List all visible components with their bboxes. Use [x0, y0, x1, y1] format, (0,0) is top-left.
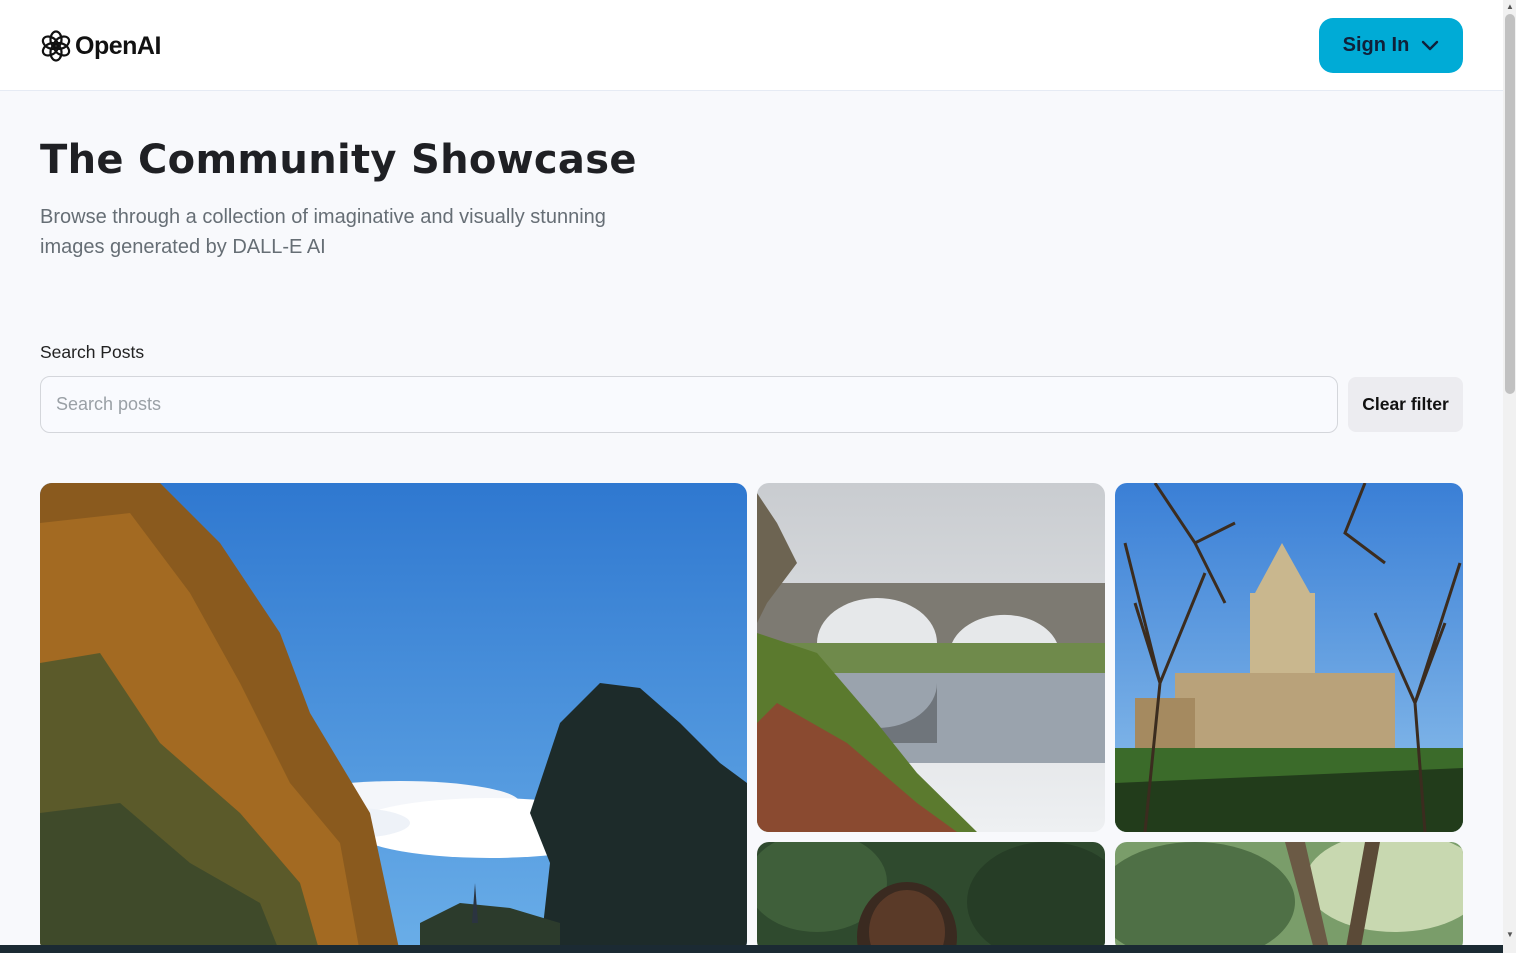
- gallery-card[interactable]: [757, 483, 1105, 832]
- gallery-card[interactable]: [757, 842, 1105, 953]
- scroll-down-icon[interactable]: ▼: [1505, 930, 1515, 939]
- openai-logo[interactable]: OpenAI: [40, 29, 161, 63]
- top-navbar: OpenAI Sign In: [0, 0, 1503, 91]
- person-portrait-image: [757, 842, 1105, 953]
- search-label: Search Posts: [40, 342, 145, 362]
- stone-bridge-river-image: [757, 483, 1105, 832]
- gallery-card[interactable]: [1115, 483, 1463, 832]
- gallery-card[interactable]: [40, 483, 747, 953]
- autumn-trees-sky-image: [40, 483, 747, 953]
- openai-logo-icon: [41, 30, 71, 62]
- scroll-up-icon[interactable]: ▲: [1505, 2, 1515, 11]
- logo-text: OpenAI: [75, 31, 161, 60]
- sign-in-label: Sign In: [1342, 34, 1410, 56]
- page-title: The Community Showcase: [40, 137, 637, 183]
- scrollbar-thumb[interactable]: [1505, 14, 1515, 394]
- bottom-bar: [0, 945, 1503, 953]
- gallery-card[interactable]: [1115, 842, 1463, 953]
- chevron-down-icon: [1422, 40, 1439, 50]
- clear-filter-button[interactable]: Clear filter: [1348, 377, 1463, 432]
- gothic-building-trees-image: [1115, 483, 1463, 832]
- search-input[interactable]: [40, 376, 1338, 433]
- tree-foliage-image: [1115, 842, 1463, 953]
- sign-in-button[interactable]: Sign In: [1319, 18, 1463, 73]
- page-subtitle: Browse through a collection of imaginati…: [40, 206, 606, 258]
